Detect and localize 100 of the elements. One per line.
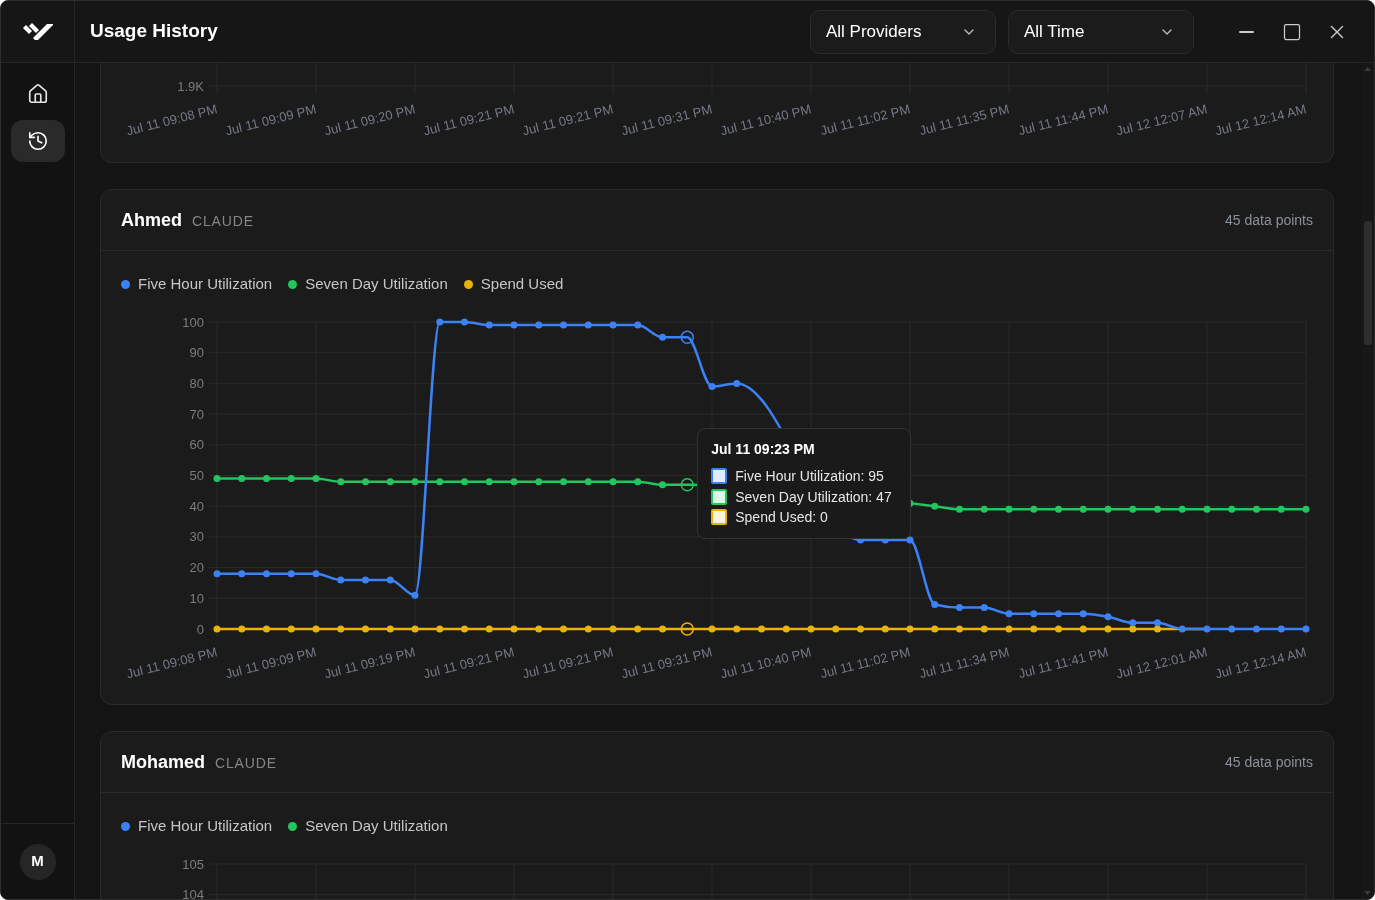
data-point bbox=[1079, 625, 1087, 633]
data-point bbox=[931, 625, 939, 633]
data-point bbox=[560, 625, 567, 633]
data-point bbox=[1253, 505, 1260, 513]
y-axis-label: 100 bbox=[182, 314, 204, 330]
data-point bbox=[1030, 610, 1038, 618]
home-icon bbox=[26, 83, 49, 105]
data-point bbox=[1005, 610, 1013, 618]
y-axis-label: 104 bbox=[182, 887, 204, 899]
data-point bbox=[312, 570, 320, 578]
x-axis-label: Jul 11 11:02 PM bbox=[818, 101, 912, 139]
x-axis-label: Jul 11 11:02 PM bbox=[818, 644, 912, 682]
y-axis-label: 0 bbox=[196, 621, 204, 637]
data-point-count: 45 data points bbox=[1225, 210, 1313, 230]
filter-dropdown[interactable]: All Providers bbox=[810, 9, 996, 54]
user-name: Mohamed bbox=[121, 750, 205, 774]
x-axis-label: Jul 12 12:07 AM bbox=[1114, 101, 1209, 139]
data-point bbox=[906, 536, 914, 544]
data-point bbox=[807, 625, 815, 633]
data-point bbox=[213, 625, 221, 633]
data-point bbox=[1005, 625, 1013, 633]
data-point bbox=[461, 478, 468, 486]
y-axis-label: 90 bbox=[189, 345, 204, 361]
data-point bbox=[832, 625, 840, 633]
data-point bbox=[1178, 505, 1186, 513]
scroll-up-icon bbox=[1364, 67, 1371, 71]
x-axis-label: Jul 11 09:21 PM bbox=[520, 644, 615, 682]
data-point bbox=[461, 625, 468, 633]
data-point bbox=[1104, 505, 1112, 513]
data-point bbox=[337, 625, 345, 633]
filter-dropdown[interactable]: All Time bbox=[1008, 9, 1194, 54]
data-point bbox=[1203, 625, 1211, 633]
data-point bbox=[287, 475, 295, 483]
data-point bbox=[461, 318, 468, 326]
legend-label: Five Hour Utilization bbox=[138, 817, 273, 835]
data-point bbox=[1277, 505, 1285, 513]
data-point bbox=[1277, 625, 1285, 633]
x-axis-label: Jul 11 09:08 PM bbox=[124, 644, 219, 682]
data-point bbox=[758, 625, 765, 633]
legend-label: Spend Used bbox=[480, 275, 564, 293]
data-point bbox=[1178, 625, 1186, 633]
data-point bbox=[485, 478, 493, 486]
data-point bbox=[238, 570, 246, 578]
x-axis-label: Jul 11 09:20 PM bbox=[322, 101, 417, 139]
data-point bbox=[1302, 625, 1310, 633]
data-point bbox=[733, 625, 741, 633]
y-axis-label: 70 bbox=[189, 406, 204, 422]
data-point bbox=[584, 321, 592, 329]
data-point bbox=[362, 625, 369, 633]
data-point bbox=[659, 481, 666, 489]
data-point bbox=[411, 478, 419, 486]
hover-marker bbox=[680, 477, 694, 492]
data-point bbox=[485, 321, 493, 329]
data-point bbox=[956, 505, 963, 513]
data-point bbox=[411, 625, 419, 633]
legend-label: Five Hour Utilization bbox=[138, 275, 273, 293]
data-point bbox=[436, 318, 444, 326]
data-point bbox=[510, 478, 518, 486]
x-axis-label: Jul 11 09:21 PM bbox=[421, 644, 516, 682]
data-point bbox=[436, 478, 444, 486]
x-axis-label: Jul 11 11:44 PM bbox=[1016, 101, 1110, 139]
y-axis-label: 10 bbox=[189, 590, 204, 606]
data-point bbox=[609, 625, 617, 633]
tooltip-item: Seven Day Utilization: 47 bbox=[735, 487, 892, 506]
data-point bbox=[362, 576, 369, 584]
data-point bbox=[659, 333, 666, 341]
x-axis-label: Jul 11 09:31 PM bbox=[619, 101, 714, 139]
x-axis-label: Jul 11 11:34 PM bbox=[917, 644, 1011, 682]
x-axis-label: Jul 11 09:19 PM bbox=[322, 644, 417, 682]
provider-label: CLAUDE bbox=[215, 753, 277, 773]
data-point bbox=[1253, 625, 1260, 633]
data-point bbox=[535, 478, 543, 486]
data-point bbox=[1228, 625, 1236, 633]
hover-marker bbox=[680, 330, 694, 345]
app-logo bbox=[22, 22, 53, 41]
data-point bbox=[560, 321, 567, 329]
window-title: Usage History bbox=[90, 19, 218, 44]
user-avatar[interactable]: M bbox=[19, 843, 56, 880]
data-point bbox=[560, 478, 567, 486]
data-point bbox=[931, 502, 939, 510]
data-point bbox=[337, 478, 345, 486]
nav-button[interactable] bbox=[10, 120, 65, 162]
data-point-count: 45 data points bbox=[1225, 752, 1313, 772]
legend-label: Seven Day Utilization bbox=[305, 817, 448, 835]
data-point bbox=[510, 625, 518, 633]
data-point bbox=[782, 625, 790, 633]
x-axis-label: Jul 11 09:08 PM bbox=[124, 101, 219, 139]
data-point bbox=[287, 625, 295, 633]
data-point bbox=[263, 475, 270, 483]
data-point bbox=[535, 321, 543, 329]
tooltip-item: Spend Used: 0 bbox=[735, 508, 828, 527]
data-point bbox=[386, 576, 394, 584]
data-point bbox=[1104, 613, 1112, 621]
legend-label: Seven Day Utilization bbox=[305, 275, 448, 293]
data-point bbox=[1104, 625, 1112, 633]
data-point bbox=[1203, 505, 1211, 513]
data-point bbox=[659, 625, 666, 633]
x-axis-label: Jul 11 09:09 PM bbox=[223, 644, 318, 682]
x-axis-label: Jul 11 09:31 PM bbox=[619, 644, 714, 682]
data-point bbox=[634, 625, 642, 633]
